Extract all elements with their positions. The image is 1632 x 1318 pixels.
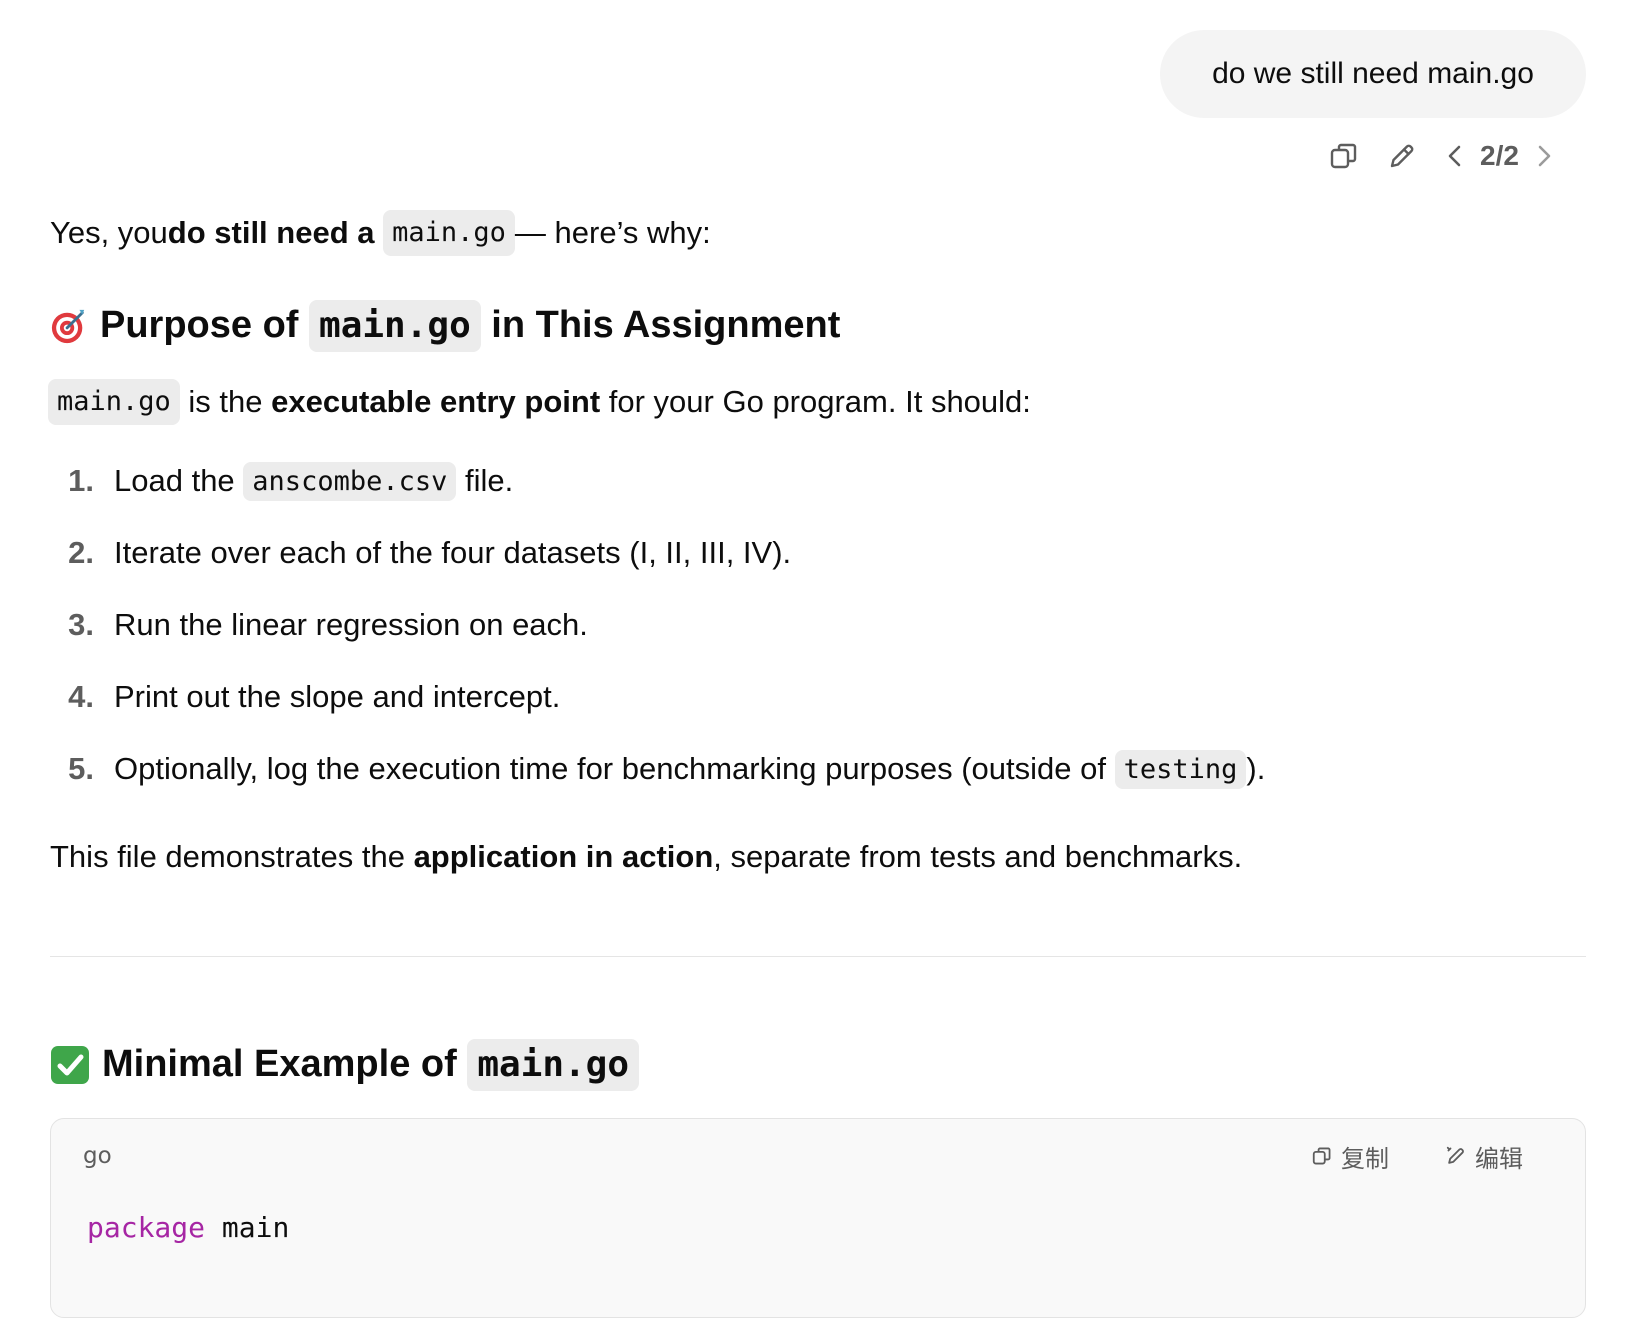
- chevron-left-icon[interactable]: [1438, 138, 1474, 174]
- user-message-bubble: do we still need main.go: [1160, 30, 1586, 118]
- list-item: 3. Run the linear regression on each.: [50, 589, 1586, 661]
- list-number: 1.: [68, 463, 94, 498]
- summary-text-end: , separate from tests and benchmarks.: [713, 839, 1243, 874]
- code-block-header: go 复制 编辑: [51, 1119, 1585, 1193]
- inline-code: main.go: [383, 210, 515, 256]
- copy-icon[interactable]: [1326, 138, 1362, 174]
- response-pager: 2/2: [1480, 140, 1519, 171]
- section-divider: [50, 956, 1586, 957]
- inline-code: main.go: [48, 379, 180, 425]
- edit-code-label: 编辑: [1475, 1145, 1523, 1173]
- steps-list: 1. Load the anscombe.csv file. 2. Iterat…: [50, 445, 1586, 805]
- copy-icon: [1312, 1147, 1331, 1165]
- heading-text: Minimal Example of: [102, 1043, 468, 1086]
- chevron-right-icon[interactable]: [1525, 138, 1561, 174]
- intro-text-end: — here’s why:: [514, 215, 711, 251]
- list-number: 2.: [68, 535, 94, 570]
- intro-paragraph: Yes, you do still need a main.go — here’…: [50, 205, 1586, 261]
- copy-code-button[interactable]: 复制: [1311, 1139, 1389, 1174]
- edit-icon: [1446, 1146, 1464, 1164]
- entry-point-paragraph: main.go is the executable entry point fo…: [48, 375, 1586, 429]
- summary-bold: application in action: [413, 839, 714, 874]
- heading-code: main.go: [467, 1039, 640, 1091]
- copy-code-label: 复制: [1341, 1145, 1389, 1173]
- code-block: go 复制 编辑 package main: [50, 1118, 1586, 1318]
- section-heading-purpose: Purpose of main.go in This Assignment: [50, 297, 1586, 355]
- list-item: 2. Iterate over each of the four dataset…: [50, 517, 1586, 589]
- inline-code: anscombe.csv: [243, 461, 457, 501]
- heading-text-end: in This Assignment: [480, 304, 841, 347]
- check-mark-icon: [51, 1046, 89, 1084]
- code-content: package main: [51, 1193, 1585, 1262]
- list-text: Load the: [114, 463, 244, 498]
- section-heading-example: Minimal Example of main.go: [50, 1036, 640, 1094]
- target-icon: [51, 309, 85, 344]
- list-item: 1. Load the anscombe.csv file.: [50, 445, 1586, 517]
- code-text: main: [205, 1211, 290, 1244]
- intro-text: Yes, you: [50, 215, 168, 251]
- paragraph-text: is the: [179, 384, 272, 420]
- inline-code: testing: [1114, 749, 1247, 789]
- list-text: Print out the slope and intercept.: [114, 679, 561, 714]
- code-block-tools: 复制 编辑: [1311, 1139, 1553, 1174]
- heading-text: Purpose of: [100, 304, 310, 347]
- user-message-text: do we still need main.go: [1212, 57, 1534, 90]
- message-actions: 2/2: [1326, 136, 1561, 176]
- code-language-label: go: [83, 1143, 112, 1169]
- edit-code-button[interactable]: 编辑: [1445, 1139, 1523, 1174]
- assistant-response: Yes, you do still need a main.go — here’…: [48, 205, 1586, 878]
- list-text-end: ).: [1246, 751, 1266, 786]
- intro-bold: do still need a: [167, 215, 375, 251]
- code-keyword: package: [87, 1211, 206, 1244]
- list-text: Optionally, log the execution time for b…: [114, 751, 1115, 786]
- list-text-end: file.: [456, 463, 514, 498]
- edit-icon[interactable]: [1384, 138, 1420, 174]
- paragraph-text-end: for your Go program. It should:: [600, 384, 1031, 420]
- list-number: 5.: [68, 751, 94, 786]
- list-text: Iterate over each of the four datasets (…: [114, 535, 792, 570]
- paragraph-bold: executable entry point: [271, 384, 601, 420]
- list-item: 4. Print out the slope and intercept.: [50, 661, 1586, 733]
- summary-paragraph: This file demonstrates the application i…: [50, 835, 1586, 878]
- list-number: 4.: [68, 679, 94, 714]
- list-item: 5. Optionally, log the execution time fo…: [50, 733, 1586, 805]
- list-number: 3.: [68, 607, 94, 642]
- heading-code: main.go: [309, 300, 481, 352]
- list-text: Run the linear regression on each.: [114, 607, 588, 642]
- summary-text: This file demonstrates the: [50, 839, 414, 874]
